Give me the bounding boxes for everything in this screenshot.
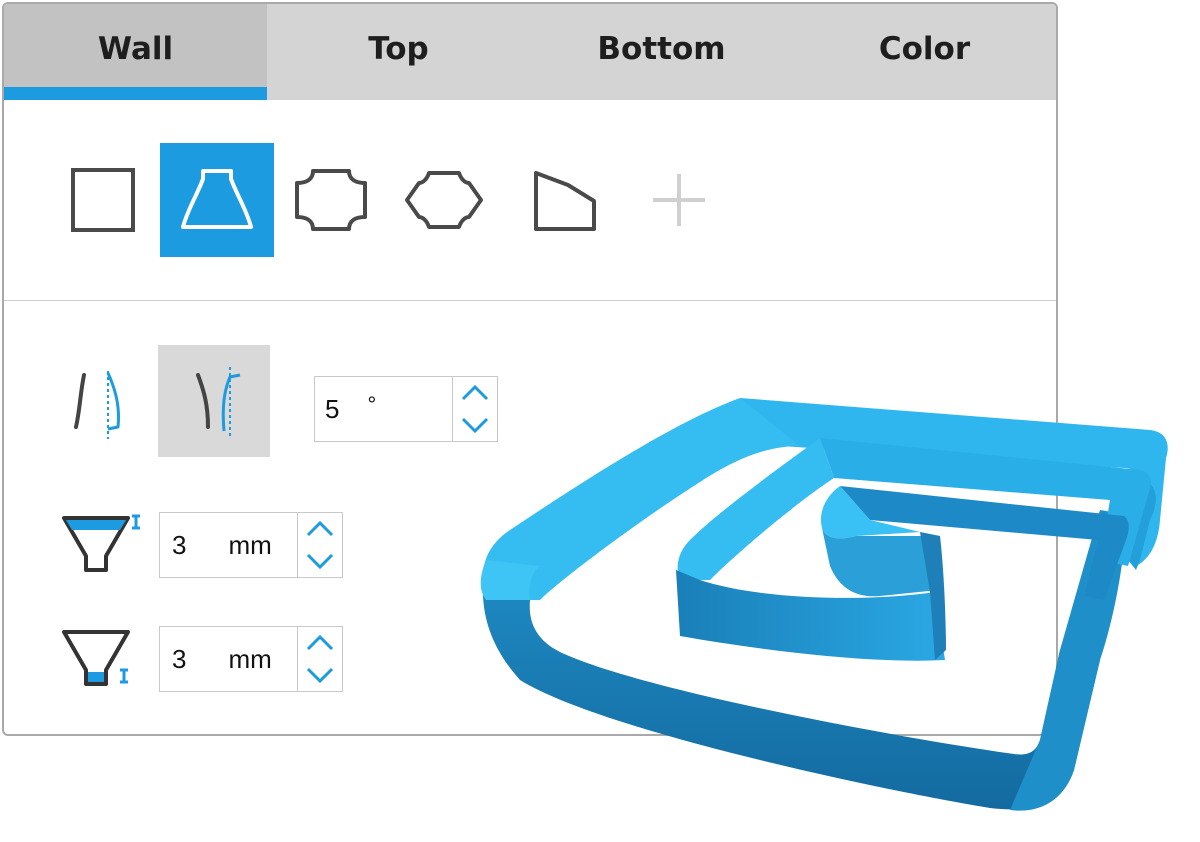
top-thickness-decrease-button[interactable] (298, 545, 342, 577)
shape-square-button[interactable] (46, 143, 160, 257)
angle-unit: ° (367, 392, 377, 417)
bottom-thickness-unit: mm (228, 643, 272, 674)
slanted-pentagon-icon (534, 171, 596, 231)
shape-slanted-pentagon-button[interactable] (508, 143, 622, 257)
trapezoid-icon (181, 169, 253, 229)
top-thickness-arrows (297, 513, 342, 577)
tab-bottom[interactable]: Bottom (530, 4, 793, 100)
shape-rounded-octagon-button[interactable] (274, 143, 388, 257)
square-icon (71, 168, 135, 232)
shape-hexagon-button[interactable] (388, 143, 502, 257)
tab-color[interactable]: Color (793, 4, 1056, 100)
bottom-thickness-value[interactable]: 3 (160, 644, 186, 675)
bottom-thickness-decrease-button[interactable] (298, 659, 342, 691)
straight-profile-button[interactable] (44, 345, 156, 457)
chevron-down-icon (462, 417, 489, 434)
angle-stepper[interactable]: 5 ° (314, 376, 498, 442)
bottom-thickness-stepper[interactable]: 3 mm (159, 626, 343, 692)
top-thickness-increase-button[interactable] (298, 513, 342, 545)
angle-decrease-button[interactable] (453, 409, 497, 441)
tab-wall[interactable]: Wall (4, 4, 267, 100)
tab-bar: Wall Top Bottom Color (4, 4, 1056, 100)
chevron-up-icon (307, 520, 334, 537)
top-thickness-unit: mm (228, 529, 272, 560)
straight-profile-icon (74, 371, 120, 439)
wall-settings-panel: Wall Top Bottom Color 5 ° 3 mm 3 mm (2, 2, 1058, 736)
chevron-down-icon (307, 667, 334, 684)
rounded-octagon-icon (295, 169, 367, 231)
top-thickness-stepper[interactable]: 3 mm (159, 512, 343, 578)
top-thickness-icon (62, 514, 140, 572)
bottom-thickness-increase-button[interactable] (298, 627, 342, 659)
top-thickness-value[interactable]: 3 (160, 530, 186, 561)
chevron-down-icon (307, 553, 334, 570)
plus-icon (653, 174, 705, 226)
tab-top[interactable]: Top (267, 4, 530, 100)
add-shape-button[interactable] (622, 143, 736, 257)
hexagon-icon (405, 171, 483, 229)
section-divider (4, 300, 1056, 301)
shape-trapezoid-button[interactable] (160, 143, 274, 257)
chevron-up-icon (307, 634, 334, 651)
angle-increase-button[interactable] (453, 377, 497, 409)
bottom-thickness-arrows (297, 627, 342, 691)
bottom-thickness-icon (62, 630, 130, 686)
chevron-up-icon (462, 384, 489, 401)
curved-profile-button[interactable] (158, 345, 270, 457)
curved-profile-icon (196, 367, 241, 437)
angle-arrows (452, 377, 497, 441)
angle-value[interactable]: 5 (315, 394, 339, 425)
